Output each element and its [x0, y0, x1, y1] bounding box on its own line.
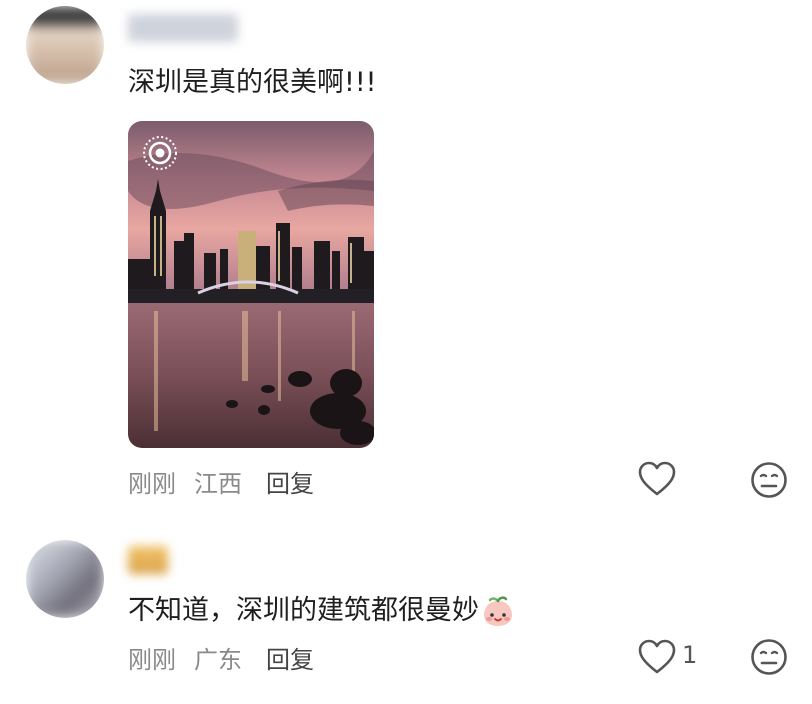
like-count: 1: [682, 641, 698, 669]
meh-face-icon[interactable]: [750, 638, 788, 676]
comment-time: 刚刚: [128, 646, 176, 674]
comment-time: 刚刚: [128, 470, 176, 498]
comment-item: 深圳是真的很美啊!!! 刚刚 江西 回复: [0, 0, 812, 520]
comment-meta: 刚刚 广东 回复: [128, 640, 332, 675]
username[interactable]: [128, 546, 168, 574]
heart-outline-icon[interactable]: [638, 639, 676, 675]
reply-button[interactable]: 回复: [266, 646, 314, 674]
comment-meta: 刚刚 江西 回复: [128, 464, 332, 499]
comment-location: 广东: [194, 646, 242, 674]
username[interactable]: [128, 14, 238, 42]
heart-outline-icon[interactable]: [638, 461, 676, 497]
comment-photo[interactable]: [128, 121, 374, 448]
comment-item: 不知道，深圳的建筑都很曼妙 刚刚 广东 回复 1: [0, 530, 812, 704]
live-photo-icon[interactable]: [142, 135, 178, 171]
comment-text-content: 不知道，深圳的建筑都很曼妙: [128, 595, 479, 626]
comment-text: 深圳是真的很美啊!!!: [128, 67, 377, 98]
meh-face-icon[interactable]: [750, 461, 788, 499]
avatar[interactable]: [26, 540, 104, 618]
reply-button[interactable]: 回复: [266, 470, 314, 498]
avatar[interactable]: [26, 6, 104, 84]
peach-face-emoji: [484, 595, 512, 626]
comment-text: 不知道，深圳的建筑都很曼妙: [128, 588, 515, 629]
comment-location: 江西: [194, 470, 242, 498]
